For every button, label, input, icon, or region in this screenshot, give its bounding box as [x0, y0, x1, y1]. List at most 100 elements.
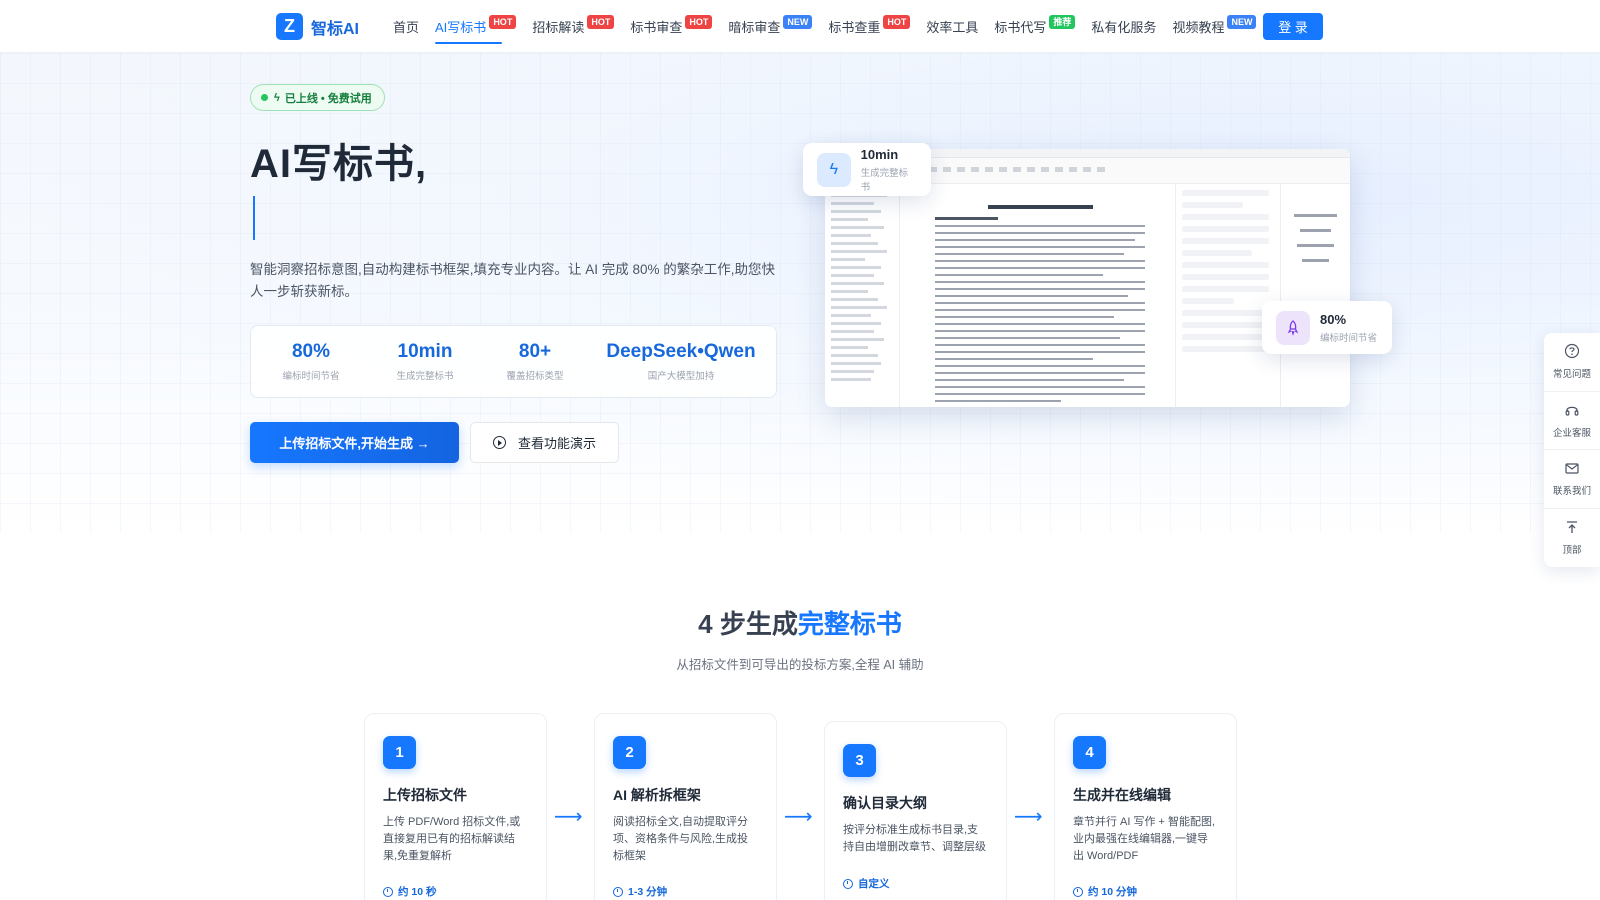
- clock-icon: [613, 886, 623, 897]
- stat-models: DeepSeek•Qwen 国产大模型加持: [591, 341, 771, 382]
- step-number-badge: 1: [383, 736, 416, 769]
- status-pill: ϟ 已上线 • 免费试用: [250, 84, 385, 111]
- clock-icon: [1073, 886, 1083, 897]
- side-label: 常见问题: [1552, 369, 1591, 381]
- logo-text: 智标AI: [311, 20, 360, 38]
- step-duration: 自定义: [843, 876, 890, 891]
- step-duration-text: 自定义: [858, 878, 890, 890]
- step-title: AI 解析拆框架: [613, 787, 701, 803]
- logo-mark-icon: Z: [276, 13, 303, 40]
- nav-item-home[interactable]: 首页: [393, 0, 419, 53]
- nav-menu: 首页 AI写标书 HOT 招标解读 HOT 标书审查 HOT 暗标审查 NEW 标书查重…: [393, 0, 1272, 53]
- float-card-value: 80%: [1320, 311, 1347, 327]
- nav-item-tools[interactable]: 效率工具: [926, 0, 978, 53]
- side-toolbar: 常见问题 企业客服 联系我们 顶部: [1544, 333, 1600, 567]
- step-duration-text: 1-3 分钟: [628, 886, 668, 898]
- rocket-icon: [1276, 310, 1310, 345]
- new-badge: NEW: [1227, 14, 1257, 29]
- status-pill-text: 已上线 • 免费试用: [284, 92, 372, 105]
- step-title: 生成并在线编辑: [1073, 787, 1171, 803]
- nav-label: 标书审查: [630, 20, 683, 35]
- nav-item-video-tutorials[interactable]: 视频教程 NEW: [1172, 0, 1257, 53]
- editor-page: [925, 191, 1155, 407]
- nav-item-ai-writing[interactable]: AI写标书 HOT: [435, 0, 517, 53]
- nav-label: 标书查重: [828, 20, 881, 35]
- nav-label: 首页: [393, 20, 420, 35]
- step-card-4: 4 生成并在线编辑 章节并行 AI 写作 + 智能配图,业内最强在线编辑器,一键…: [1054, 713, 1237, 900]
- steps-section-subtitle: 从招标文件到可导出的投标方案,全程 AI 辅助: [676, 658, 924, 672]
- new-badge: NEW: [783, 14, 813, 29]
- customer-service-button[interactable]: 企业客服: [1544, 392, 1600, 450]
- stat-generation-time: 10min 生成完整标书: [371, 341, 479, 382]
- nav-item-tender-analysis[interactable]: 招标解读 HOT: [532, 0, 615, 53]
- step-duration: 1-3 分钟: [613, 884, 667, 899]
- arrow-right-icon: ⟶: [554, 806, 583, 828]
- step-title: 上传招标文件: [383, 787, 467, 803]
- stat-label: 编标时间节省: [282, 371, 340, 382]
- step-duration: 约 10 分钟: [1073, 884, 1137, 899]
- nav-label: AI写标书: [435, 20, 487, 35]
- stat-value: DeepSeek•Qwen: [606, 341, 756, 362]
- contact-us-button[interactable]: 联系我们: [1544, 450, 1600, 509]
- recommend-badge: 推荐: [1049, 14, 1076, 29]
- hot-badge: HOT: [489, 14, 517, 29]
- arrow-right-icon: ⟶: [784, 806, 813, 828]
- hero-title: AI写标书,: [250, 142, 428, 186]
- step-duration: 约 10 秒: [383, 884, 437, 899]
- nav-label: 私有化服务: [1091, 20, 1157, 35]
- nav-label: 招标解读: [532, 20, 585, 35]
- nav-item-duplicate-check[interactable]: 标书查重 HOT: [828, 0, 911, 53]
- step-description: 阅读招标全文,自动提取评分项、资格条件与风险,生成投标框架: [613, 816, 749, 862]
- float-card-label: 编标时间节省: [1320, 332, 1378, 344]
- headset-icon: [1564, 402, 1580, 421]
- step-card-3: 3 确认目录大纲 按评分标准生成标书目录,支持自由增删改章节、调整层级 自定义: [824, 721, 1007, 900]
- upload-start-button[interactable]: 上传招标文件,开始生成 →: [250, 422, 459, 463]
- stat-time-saved: 80% 编标时间节省: [251, 341, 371, 382]
- nav-item-blind-review[interactable]: 暗标审查 NEW: [728, 0, 813, 53]
- nav-item-bid-review[interactable]: 标书审查 HOT: [630, 0, 713, 53]
- hero-section: ϟ 已上线 • 免费试用 AI写标书, 智能洞察招标意图,自动构建标书框架,填充…: [0, 53, 1600, 533]
- float-card-generation-time: ϟ 10min 生成完整标书: [803, 143, 931, 196]
- stats-panel: 80% 编标时间节省 10min 生成完整标书 80+ 覆盖招标类型 DeepS…: [250, 325, 777, 398]
- clock-icon: [383, 886, 393, 897]
- step-number-badge: 4: [1073, 736, 1106, 769]
- stat-label: 覆盖招标类型: [506, 371, 564, 382]
- step-card-2: 2 AI 解析拆框架 阅读招标全文,自动提取评分项、资格条件与风险,生成投标框架…: [594, 713, 777, 900]
- nav-label: 标书代写: [994, 20, 1047, 35]
- step-duration-text: 约 10 分钟: [1088, 886, 1138, 898]
- to-top-icon: [1564, 519, 1580, 538]
- view-demo-button[interactable]: 查看功能演示: [470, 422, 619, 463]
- bolt-icon: ϟ: [274, 91, 280, 104]
- step-number-badge: 2: [613, 736, 646, 769]
- nav-label: 暗标审查: [728, 20, 781, 35]
- play-icon: [492, 436, 506, 449]
- hero-description: 智能洞察招标意图,自动构建标书框架,填充专业内容。让 AI 完成 80% 的繁杂…: [250, 262, 776, 299]
- top-nav: Z 智标AI 首页 AI写标书 HOT 招标解读 HOT 标书审查 HOT 暗标审查 N…: [0, 0, 1600, 53]
- stat-label: 生成完整标书: [396, 371, 454, 382]
- typing-caret: [253, 196, 255, 240]
- question-icon: [1564, 343, 1580, 362]
- logo[interactable]: Z 智标AI: [276, 13, 359, 40]
- hot-badge: HOT: [685, 14, 713, 29]
- title-highlight: 完整标书: [797, 609, 902, 639]
- step-description: 章节并行 AI 写作 + 智能配图,业内最强在线编辑器,一键导出 Word/PD…: [1073, 816, 1216, 862]
- stat-value: 80+: [518, 341, 552, 362]
- rocket-icon-svg: [1287, 319, 1299, 336]
- step-number-badge: 3: [843, 744, 876, 777]
- float-card-label: 生成完整标书: [860, 167, 909, 193]
- nav-item-ghostwriting[interactable]: 标书代写 推荐: [994, 0, 1076, 53]
- float-card-value: 10min: [860, 146, 899, 162]
- step-card-1: 1 上传招标文件 上传 PDF/Word 招标文件,或直接复用已有的招标解读结果…: [364, 713, 547, 900]
- mail-icon: [1564, 460, 1580, 479]
- float-card-time-saved: 80% 编标时间节省: [1262, 301, 1392, 354]
- stat-value: 10min: [397, 341, 453, 362]
- title-plain: 4 步生成: [698, 609, 798, 639]
- ai-assistant-panel: [1175, 184, 1275, 407]
- login-button[interactable]: 登 录: [1263, 13, 1323, 40]
- lightning-icon: ϟ: [817, 152, 851, 187]
- hot-badge: HOT: [587, 14, 615, 29]
- nav-item-private-deploy[interactable]: 私有化服务: [1091, 0, 1156, 53]
- back-to-top-button[interactable]: 顶部: [1544, 509, 1600, 568]
- faq-button[interactable]: 常见问题: [1544, 333, 1600, 392]
- arrow-right-icon: ⟶: [1014, 806, 1043, 828]
